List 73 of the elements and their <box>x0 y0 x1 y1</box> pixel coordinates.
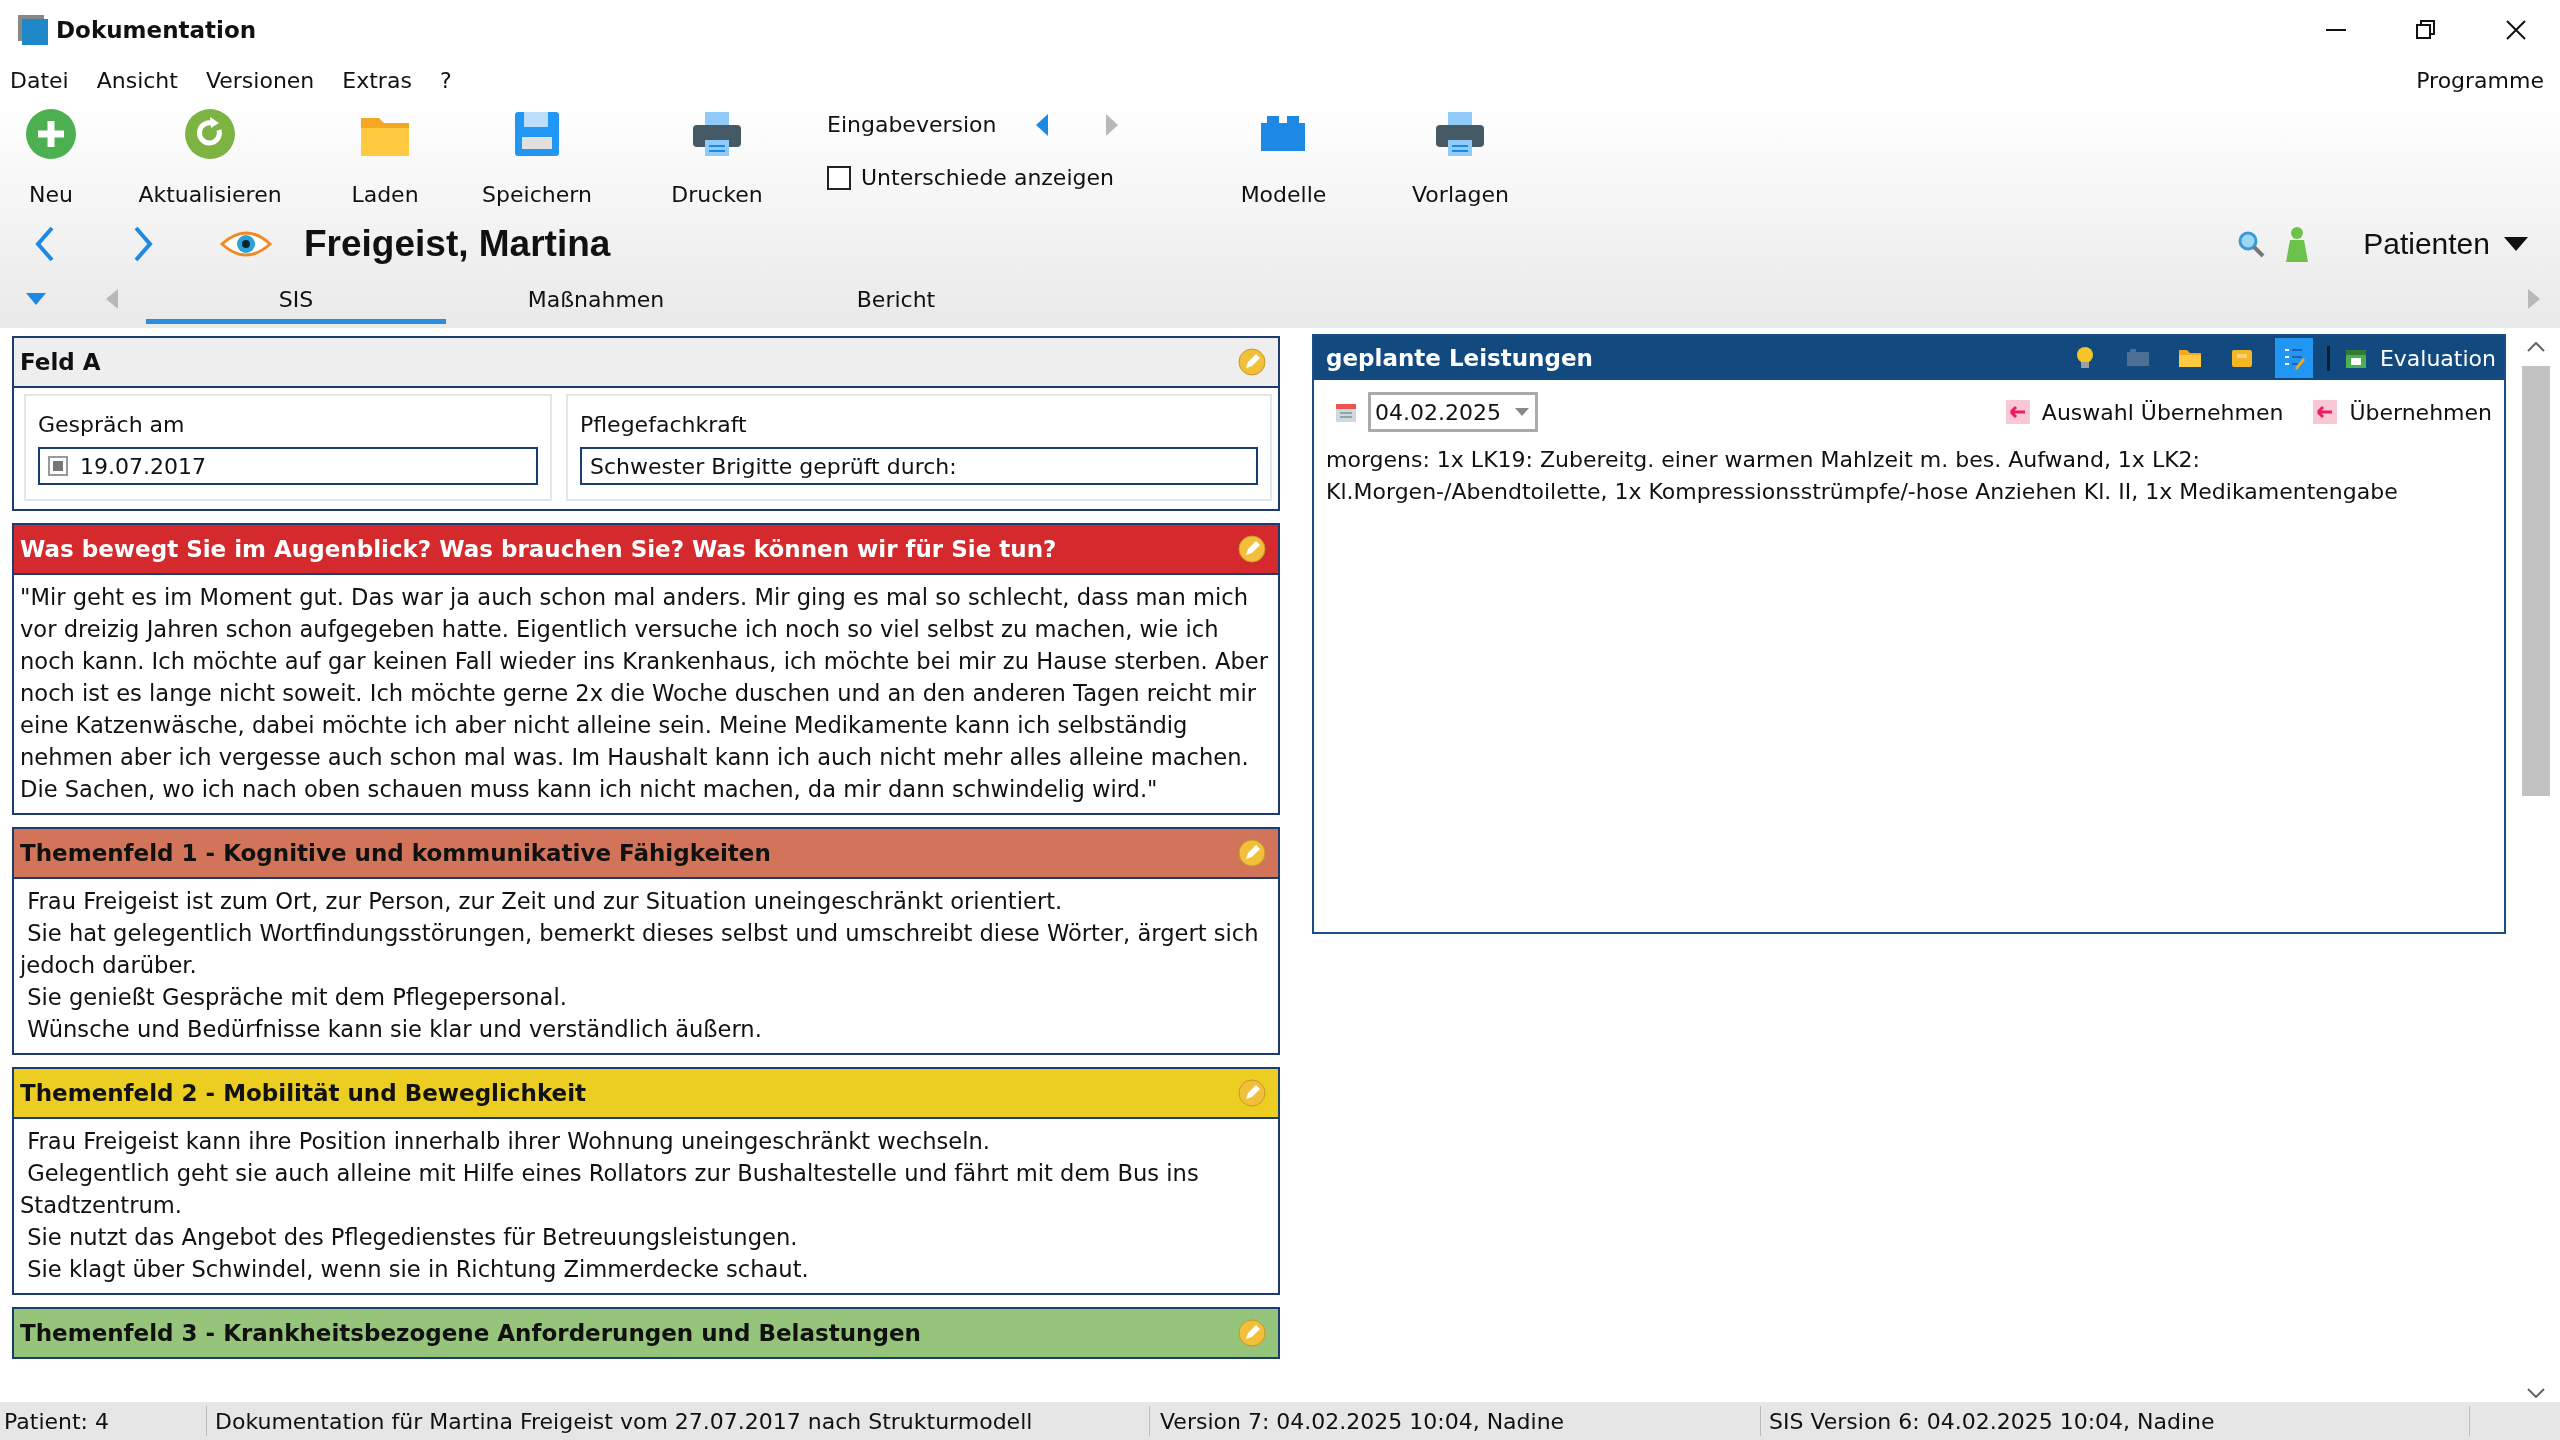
menu-item[interactable]: ? <box>439 67 452 93</box>
paragraph: "Mir geht es im Moment gut. Das war ja auch schon mal anders. Mir ging es mal so schlecht, dass man mich vor dreizig Jahren schon aufgegeben hatte. Eigentlich versuche ich noch so viel selbst zu machen, wie ich noch kann. Ich möchte auf gar keinen Fall wieder ins Krankenhaus, ich möchte bei mir zu Hause sterben. Aber noch ist es lange nicht soweit. Ich möchte gerne 2x die Woche duschen und an den anderen Tagen reicht mir eine Katzenwäsche, dabei möchte ich aber nicht alleine sein. Meine Medikamente kann ich selbständig nehmen aber ich vergesse auch schon mal was. Im Haushalt kann ich auch nicht mehr alles alleine machen. Die Sachen, wo ich nach oben schauen muss kann ich nicht machen, da mir dann schwindelig wird." <box>20 583 1269 804</box>
menu-item[interactable]: Programme <box>2416 67 2544 93</box>
checklist-button[interactable] <box>2274 338 2313 378</box>
paragraph: Sie nutzt das Angebot des Pflegedienstes für Betreuungsleistungen. <box>26 1223 799 1252</box>
date-dropdown[interactable]: 04.02.2025 <box>1368 392 1538 432</box>
app-icon <box>18 15 48 45</box>
menu-item[interactable]: Extras <box>342 67 412 93</box>
toolbar-button[interactable]: Aktualisieren <box>135 106 285 207</box>
back-icon[interactable] <box>34 226 56 262</box>
menu-item[interactable]: Versionen <box>205 67 315 93</box>
dropdown-icon[interactable] <box>26 293 46 305</box>
toolbar-button[interactable]: Speichern <box>477 106 597 207</box>
close-icon[interactable] <box>2504 18 2528 42</box>
forward-icon[interactable] <box>132 226 154 262</box>
toolbar-button[interactable]: Laden <box>335 106 435 207</box>
edit-icon[interactable] <box>1238 1319 1266 1347</box>
arrow-left-icon <box>2005 400 2030 424</box>
section-title: Themenfeld 2 - Mobilität und Beweglichkeit <box>20 1080 587 1106</box>
input-field[interactable]: Schwester Brigitte geprüft durch: <box>580 447 1258 485</box>
caret-icon <box>2504 237 2528 251</box>
panel-title: geplante Leistungen <box>1326 345 1593 371</box>
paragraph: Sie klagt über Schwindel, wenn sie in Richtung Zimmerdecke schaut. <box>26 1255 810 1284</box>
version-label: Eingabeversion <box>827 112 997 137</box>
status-text: Dokumentation für Martina Freigeist vom 27.07.2017 nach Strukturmodell <box>207 1406 1150 1436</box>
toolbar-button[interactable]: Modelle <box>1228 106 1339 207</box>
field-label: Gespräch am <box>38 412 186 437</box>
paragraph: Sie hat gelegentlich Wortfindungsstörungen, bemerkt dieses selbst und umschreibt diese Wörter, ärgert sich jedoch darüber. <box>20 919 1260 980</box>
paragraph: Frau Freigeist ist zum Ort, zur Person, zur Zeit und zur Situation uneingeschränkt orientiert. <box>26 887 1064 916</box>
eye-icon[interactable] <box>220 228 272 260</box>
scroll-up-icon[interactable] <box>2527 342 2545 352</box>
search-icon[interactable] <box>2237 230 2266 258</box>
section-title: Was bewegt Sie im Augenblick? Was brauchen Sie? Was können wir für Sie tun? <box>20 536 1057 562</box>
apply-button[interactable]: Übernehmen <box>2313 399 2492 425</box>
section-title: Themenfeld 1 - Kognitive und kommunikative Fähigkeiten <box>20 840 771 866</box>
tab[interactable]: Bericht <box>746 274 1046 324</box>
services-text: morgens: 1x LK19: Zubereitg. einer warmen Mahlzeit m. bes. Aufwand, 1x LK2: Kl.Morgen-/Abendtoilette, 1x Kompressionsstrümpfe/-hose Anziehen Kl. II, 1x Medikamentengabe <box>1326 446 2399 506</box>
window-title: Dokumentation <box>56 17 257 43</box>
edit-icon[interactable] <box>1238 1079 1266 1107</box>
status-text: SIS Version 6: 04.02.2025 10:04, Nadine <box>1761 1406 2470 1436</box>
person-icon[interactable] <box>2285 226 2310 262</box>
status-text: Patient: 4 <box>0 1406 207 1436</box>
edit-icon[interactable] <box>1238 348 1266 376</box>
scrollbar-thumb[interactable] <box>2522 366 2550 796</box>
scroll-down-icon[interactable] <box>2527 1388 2545 1398</box>
menu-item[interactable]: Ansicht <box>96 67 178 93</box>
menu-item[interactable]: Datei <box>10 67 69 93</box>
paragraph: Sie genießt Gespräche mit dem Pflegepersonal. <box>26 983 568 1012</box>
patient-name: Freigeist, Martina <box>304 223 611 265</box>
restore-icon[interactable] <box>2414 18 2438 42</box>
section-title: Themenfeld 3 - Krankheitsbezogene Anforderungen und Belastungen <box>20 1320 921 1346</box>
plus-icon <box>25 108 77 160</box>
previous-icon[interactable] <box>1036 113 1049 136</box>
edit-icon[interactable] <box>1238 535 1266 563</box>
caret-icon <box>1515 408 1529 416</box>
edit-icon[interactable] <box>1238 839 1266 867</box>
compare-checkbox[interactable]: Unterschiede anzeigen <box>827 165 1177 190</box>
apply-button[interactable]: Auswahl Übernehmen <box>2005 399 2284 425</box>
tab[interactable]: Maßnahmen <box>446 274 746 324</box>
paragraph: Frau Freigeist kann ihre Position innerhalb ihrer Wohnung uneingeschränkt wechseln. <box>26 1127 991 1156</box>
date-field[interactable]: 19.07.2017 <box>38 447 538 485</box>
arrow-left-icon <box>2313 400 2338 424</box>
patient-dropdown[interactable]: Patienten <box>2363 227 2528 261</box>
status-text: Version 7: 04.02.2025 10:04, Nadine <box>1150 1406 1761 1436</box>
evaluation-button[interactable]: Evaluation <box>2326 345 2496 371</box>
toolbar-button[interactable]: Neu <box>7 106 95 207</box>
field-label: Pflegefachkraft <box>580 412 748 437</box>
panel-title: Feld A <box>20 349 101 375</box>
refresh-icon <box>184 108 236 160</box>
paragraph: Gelegentlich geht sie auch alleine mit Hilfe eines Rollators zur Bushaltestelle und fährt mit dem Bus ins Stadtzentrum. <box>20 1159 1200 1220</box>
paragraph: Wünsche und Bedürfnisse kann sie klar und verständlich äußern. <box>26 1015 763 1044</box>
toolbar-button[interactable]: Vorlagen <box>1400 106 1521 207</box>
toolbar-button[interactable]: Drucken <box>657 106 777 207</box>
